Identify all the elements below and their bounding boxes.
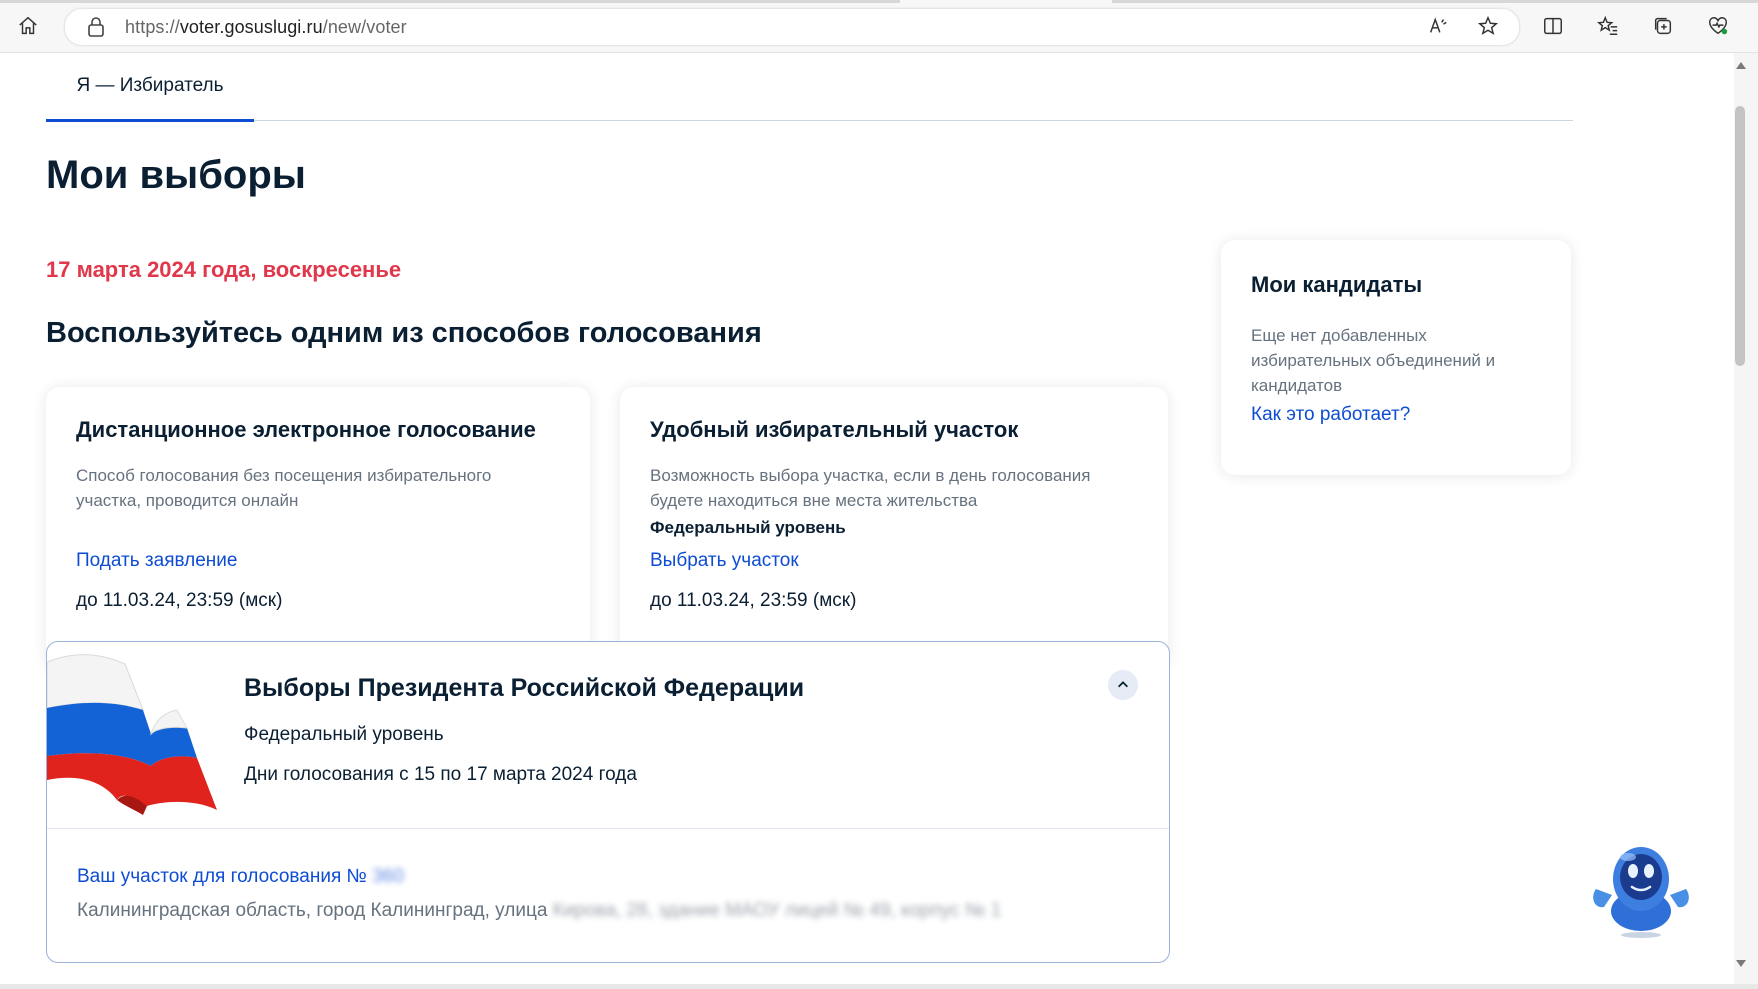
method-description: Способ голосования без посещения избират… <box>76 466 492 510</box>
submit-application-link[interactable]: Подать заявление <box>76 550 237 572</box>
scrollbar-thumb[interactable] <box>1735 106 1745 366</box>
method-deadline: до 11.03.24, 23:59 (мск) <box>650 590 857 611</box>
tab-voter[interactable]: Я — Избиратель <box>46 53 254 122</box>
read-aloud-icon[interactable] <box>1424 12 1452 40</box>
collections-icon[interactable] <box>1649 12 1677 40</box>
favorites-list-icon[interactable] <box>1594 12 1622 40</box>
precinct-address: Калининградская область, город Калинингр… <box>77 900 1002 921</box>
split-screen-icon[interactable] <box>1539 12 1567 40</box>
precinct-link[interactable]: Ваш участок для голосования № 360 <box>77 866 404 888</box>
method-title: Удобный избирательный участок <box>650 417 1019 442</box>
tab-strip-edge-right <box>1112 0 1758 3</box>
favorite-star-icon[interactable] <box>1474 12 1502 40</box>
collapse-button[interactable] <box>1108 670 1138 700</box>
browser-essentials-icon[interactable] <box>1704 12 1732 40</box>
address-bar[interactable]: https://voter.gosuslugi.ru/new/voter <box>64 8 1520 46</box>
divider <box>47 828 1169 829</box>
election-title: Выборы Президента Российской Федерации <box>244 674 805 702</box>
candidates-title: Мои кандидаты <box>1251 272 1423 297</box>
url-text: https://voter.gosuslugi.ru/new/voter <box>125 17 407 37</box>
tab-bar: Я — Избиратель <box>46 53 1573 122</box>
precinct-address-hidden: Кирова, 28, здание МАОУ лицей № 49, корп… <box>552 900 1002 921</box>
chevron-up-icon <box>1118 681 1128 688</box>
election-level: Федеральный уровень <box>244 724 444 745</box>
window-bottom-edge <box>0 984 1758 989</box>
browser-toolbar: https://voter.gosuslugi.ru/new/voter <box>0 0 1758 53</box>
scroll-down-arrow[interactable] <box>1736 960 1746 967</box>
assistant-robot-icon[interactable] <box>1588 837 1694 943</box>
precinct-number: 360 <box>372 866 404 887</box>
scroll-up-arrow[interactable] <box>1736 62 1746 69</box>
my-candidates-card: Мои кандидаты Еще нет добавленных избира… <box>1221 240 1571 475</box>
candidates-description: Еще нет добавленных избирательных объеди… <box>1251 326 1496 395</box>
method-level: Федеральный уровень <box>650 518 846 537</box>
tab-strip-edge <box>0 0 900 3</box>
how-it-works-link[interactable]: Как это работает? <box>1251 404 1410 426</box>
election-card: Выборы Президента Российской Федерации Ф… <box>46 641 1170 963</box>
election-date: 17 марта 2024 года, воскресенье <box>46 257 402 282</box>
lock-icon[interactable] <box>87 17 105 37</box>
method-card-convenient-precinct: Удобный избирательный участок Возможност… <box>620 387 1168 671</box>
election-dates: Дни голосования с 15 по 17 марта 2024 го… <box>244 764 637 785</box>
methods-heading: Воспользуйтесь одним из способов голосов… <box>46 317 762 349</box>
method-description: Возможность выбора участка, если в день … <box>650 466 1091 510</box>
russian-flag-image <box>47 654 217 815</box>
page-content: Я — Избиратель Мои выборы 17 марта 2024 … <box>0 53 1734 984</box>
page-title: Мои выборы <box>46 153 306 197</box>
method-deadline: до 11.03.24, 23:59 (мск) <box>76 590 283 611</box>
home-icon[interactable] <box>14 12 42 40</box>
method-card-remote-voting: Дистанционное электронное голосование Сп… <box>46 387 590 671</box>
choose-precinct-link[interactable]: Выбрать участок <box>650 550 799 572</box>
method-title: Дистанционное электронное голосование <box>76 417 536 442</box>
